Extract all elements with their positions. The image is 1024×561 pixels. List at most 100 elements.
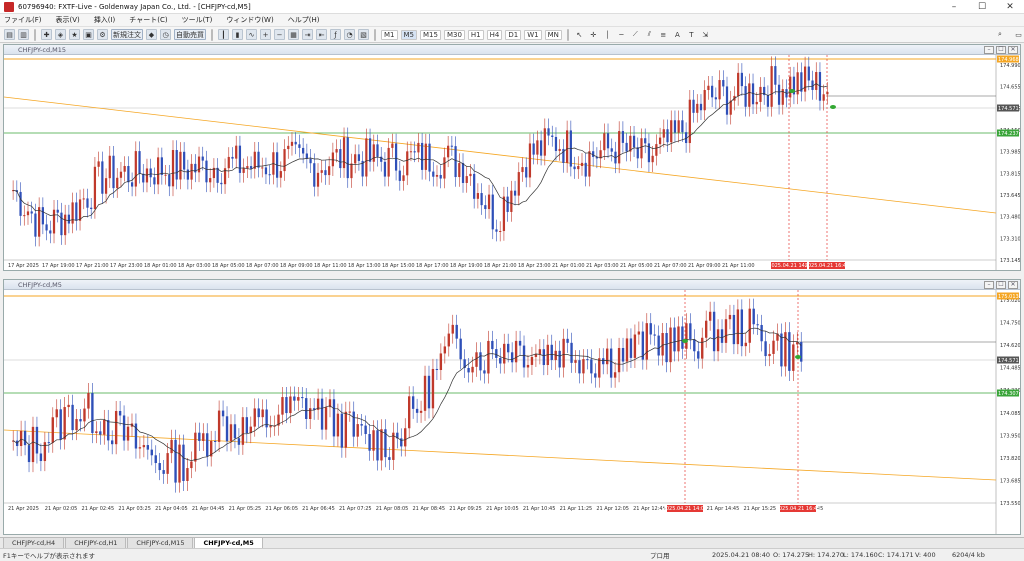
horizontal-line-icon[interactable]: ─ [616,29,627,40]
candle-body [162,470,165,474]
profiles-icon[interactable]: ▥ [18,29,29,40]
time-tick-label: 21 Apr 04:45 [192,506,225,512]
data-window-icon[interactable]: ◈ [55,29,66,40]
menu-help[interactable]: ヘルプ(H) [288,15,320,25]
menu-window[interactable]: ウィンドウ(W) [226,15,273,25]
candle-body [23,215,26,217]
menu-file[interactable]: ファイル(F) [4,15,42,25]
close-button[interactable]: ✕ [996,0,1024,14]
candle-body [398,170,401,181]
chart-maximize-button[interactable]: ☐ [996,45,1006,54]
bar-chart-icon[interactable]: ┃ [218,29,229,40]
maximize-button[interactable]: ☐ [968,0,996,14]
candle-body [525,167,528,178]
candle-body [423,375,427,411]
timeframe-mn[interactable]: MN [544,29,562,40]
menu-insert[interactable]: 挿入(I) [94,15,116,25]
timeframe-m5[interactable]: M5 [400,29,417,40]
text-label-icon[interactable]: T [686,29,697,40]
candle-body [402,175,405,181]
periods-icon[interactable]: ◔ [344,29,355,40]
meta-editor-icon[interactable]: ◆ [146,29,157,40]
trade-arrow-icon[interactable] [795,355,801,359]
cursor-icon[interactable]: ↖ [574,29,585,40]
line-chart-icon[interactable]: ∿ [246,29,257,40]
menu-view[interactable]: 表示(V) [56,15,80,25]
new-order-button[interactable]: 新規注文 [111,29,143,40]
chart-shift-icon[interactable]: ⇤ [316,29,327,40]
candle-body [26,211,30,216]
trend-line[interactable] [4,96,997,214]
tab-chfjpy-h4[interactable]: CHFJPY-cd,H4 [3,537,65,548]
trendline-icon[interactable]: ⟋ [630,29,641,40]
candle-body [590,359,593,374]
chart-m15-canvas[interactable]: 174.990174.655174.485174.150173.985173.8… [4,55,1020,271]
trade-arrow-icon[interactable] [789,89,795,93]
chart-maximize-button[interactable]: ☐ [996,280,1006,289]
chart-close-button[interactable]: ✕ [1008,45,1018,54]
crosshair-icon[interactable]: ✛ [588,29,599,40]
timeframe-d1[interactable]: D1 [505,29,522,40]
text-icon[interactable]: A [672,29,683,40]
timeframe-m30[interactable]: M30 [443,29,465,40]
chart-minimize-button[interactable]: – [984,45,994,54]
candle-body [368,434,371,451]
timeframe-w1[interactable]: W1 [524,29,542,40]
candle-body [342,137,346,169]
minimize-button[interactable]: – [940,0,968,14]
fibonacci-icon[interactable]: ≡ [658,29,669,40]
candle-body [64,214,67,236]
candle-body [439,174,442,179]
tab-chfjpy-m5[interactable]: CHFJPY-cd,M5 [194,537,263,548]
chart-window-m15[interactable]: CHFJPY-cd,M15 – ☐ ✕ 174.990174.655174.48… [3,44,1021,271]
new-chart-icon[interactable]: ▤ [4,29,15,40]
candle-body [491,340,494,350]
timeframe-h1[interactable]: H1 [467,29,484,40]
candle-body [618,131,621,164]
chat-icon[interactable]: ▭ [1013,29,1024,40]
tile-windows-icon[interactable]: ▦ [288,29,299,40]
zoom-out-icon[interactable]: − [274,29,285,40]
history-icon[interactable]: ◷ [160,29,171,40]
auto-trading-button[interactable]: 自動売買 [174,29,206,40]
terminal-icon[interactable]: ▣ [83,29,94,40]
candle-body [697,351,700,359]
chart-window-m5[interactable]: CHFJPY-cd,M5 – ☐ ✕ 175.020 174.750 174.620… [3,279,1021,535]
candle-body [19,191,22,216]
tab-chfjpy-m15[interactable]: CHFJPY-cd,M15 [127,537,194,548]
candle-body [637,331,641,335]
candle-body [632,135,636,148]
navigator-icon[interactable]: ★ [69,29,80,40]
candle-body [287,145,290,150]
chart-close-button[interactable]: ✕ [1008,280,1018,289]
candle-body [479,352,482,371]
timeframe-m15[interactable]: M15 [420,29,441,40]
indicators-icon[interactable]: ƒ [330,29,341,40]
chart-window-title: CHFJPY-cd,M15 [18,45,67,54]
market-watch-icon[interactable]: ✚ [41,29,52,40]
candle-body [510,352,514,363]
candle-body [502,196,506,232]
timeframe-m1[interactable]: M1 [381,29,398,40]
timeframe-h4[interactable]: H4 [486,29,503,40]
trade-arrow-icon[interactable] [682,339,688,343]
channel-icon[interactable]: ⫽ [644,29,655,40]
chart-m5-canvas[interactable]: 175.020174.750174.620174.485174.220174.0… [4,290,1020,535]
candle-body [174,439,177,483]
autoscroll-icon[interactable]: ⇥ [302,29,313,40]
candle-body [617,347,621,373]
menu-chart[interactable]: チャート(C) [129,15,167,25]
templates-icon[interactable]: ▧ [358,29,369,40]
candle-body [528,143,532,178]
arrows-icon[interactable]: ⇲ [700,29,711,40]
menu-tools[interactable]: ツール(T) [182,15,213,25]
search-icon[interactable]: ⌕ [994,29,1006,40]
zoom-in-icon[interactable]: + [260,29,271,40]
chart-minimize-button[interactable]: – [984,280,994,289]
candle-body [87,393,90,409]
tester-icon[interactable]: ⚙ [97,29,108,40]
vertical-line-icon[interactable]: │ [602,29,613,40]
candlestick-icon[interactable]: ▮ [232,29,243,40]
tab-chfjpy-h1[interactable]: CHFJPY-cd,H1 [65,537,127,548]
trade-arrow-icon[interactable] [830,105,836,109]
